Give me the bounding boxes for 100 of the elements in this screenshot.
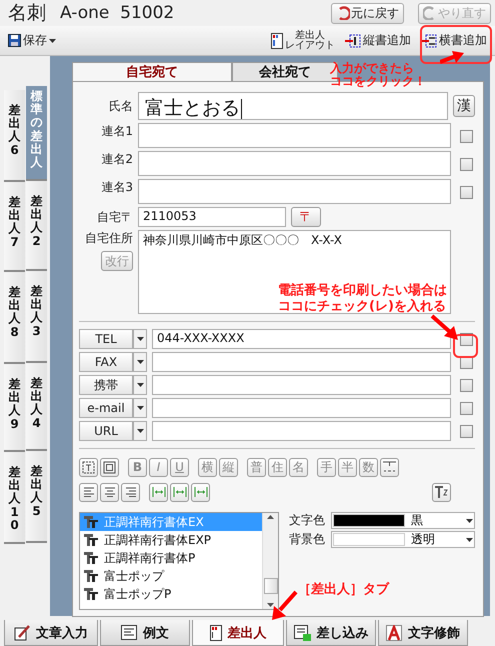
- sender-tab[interactable]: 差出人2: [26, 181, 47, 271]
- sender-tab[interactable]: 差出人5: [26, 451, 47, 543]
- annotation-arrow: [440, 50, 464, 64]
- sender-tab[interactable]: 差出人9: [4, 364, 25, 452]
- contact-field[interactable]: [152, 421, 451, 441]
- scroll-thumb[interactable]: [264, 578, 278, 594]
- contact-type-button[interactable]: TEL: [79, 329, 133, 349]
- merge-icon: [294, 624, 310, 640]
- contact-field[interactable]: [152, 398, 451, 418]
- align-left-button[interactable]: [79, 482, 98, 502]
- print-checkbox[interactable]: [460, 378, 473, 392]
- sender-tab[interactable]: 差出人4: [26, 363, 47, 451]
- superscript-button[interactable]: [432, 482, 451, 502]
- scrollbar[interactable]: [262, 513, 278, 609]
- caret-icon: [466, 518, 473, 522]
- align-center-icon: [104, 487, 116, 497]
- contact-type-button[interactable]: URL: [79, 421, 133, 441]
- contact-type-dropdown[interactable]: [133, 375, 147, 395]
- joint-name-field[interactable]: [138, 123, 451, 148]
- bottom-tab[interactable]: 差出人: [192, 620, 284, 646]
- contact-type-dropdown[interactable]: [133, 329, 147, 349]
- spacing-icon: [152, 486, 166, 498]
- document-icon: [121, 625, 137, 640]
- align-right-button[interactable]: [121, 482, 140, 502]
- contact-type-button[interactable]: 携帯: [79, 375, 133, 395]
- bottom-tab[interactable]: 差し込み: [286, 620, 376, 646]
- contact-type-dropdown[interactable]: [133, 352, 147, 372]
- save-button[interactable]: 保存: [6, 32, 58, 49]
- name-field[interactable]: 富士とおる: [138, 92, 448, 120]
- annotation-text: 電話番号を印刷したい場合は ココにチェック(レ)を入れる: [278, 283, 447, 314]
- caret-icon: [136, 360, 144, 364]
- address-tab[interactable]: 自宅宛て: [72, 62, 232, 81]
- color-dropdown[interactable]: 黒: [331, 512, 475, 529]
- add-vertical-text-button[interactable]: 縦書追加: [343, 32, 413, 49]
- caret-icon: [136, 429, 144, 433]
- bottom-tab[interactable]: 文字修飾: [378, 620, 468, 646]
- postal-code-field[interactable]: 2110053: [138, 207, 286, 227]
- bottom-tab[interactable]: 文章入力: [4, 620, 98, 646]
- spacing-icon: [172, 486, 186, 498]
- color-name: 透明: [411, 531, 436, 548]
- annotation-arrow: [270, 590, 298, 620]
- sender-tab[interactable]: 差出人8: [4, 272, 25, 364]
- print-checkbox[interactable]: [460, 186, 473, 199]
- superscript-icon: [434, 485, 449, 499]
- text-frame-icon: [82, 460, 95, 474]
- contact-field[interactable]: 044-XXX-XXXX: [152, 329, 451, 349]
- numbers-button[interactable]: [380, 458, 399, 476]
- contact-field[interactable]: [152, 352, 451, 372]
- contact-field[interactable]: [152, 375, 451, 395]
- field-label: 連名3: [101, 179, 133, 196]
- print-checkbox[interactable]: [460, 402, 473, 414]
- kanji-button[interactable]: 漢: [453, 95, 475, 117]
- letter-a-icon: [386, 624, 402, 640]
- print-checkbox[interactable]: [460, 130, 473, 143]
- text-cursor: [241, 98, 242, 119]
- caret-icon: [466, 538, 473, 542]
- spacing-button[interactable]: [170, 482, 189, 502]
- align-center-button[interactable]: [100, 482, 119, 502]
- bottom-tab[interactable]: 例文: [100, 620, 190, 646]
- color-label: 文字色: [289, 512, 325, 529]
- font-icon: [84, 570, 98, 582]
- spacing-button[interactable]: [191, 482, 210, 502]
- joint-name-field[interactable]: [138, 151, 451, 176]
- align-left-icon: [82, 487, 94, 497]
- joint-name-field[interactable]: [138, 179, 451, 204]
- contact-type-button[interactable]: FAX: [79, 352, 133, 372]
- field-label: 連名2: [101, 151, 133, 168]
- caret-icon: [136, 383, 144, 387]
- layout-icon: [271, 32, 283, 48]
- caret-icon: [49, 38, 56, 42]
- sender-tab[interactable]: 差出人3: [26, 271, 47, 363]
- sender-tab[interactable]: 差出人6: [4, 90, 25, 182]
- pencil-icon: [14, 624, 30, 640]
- contact-type-dropdown[interactable]: [133, 398, 147, 418]
- contact-type-button[interactable]: e-mail: [79, 398, 133, 418]
- field-label: 自宅〒: [97, 208, 133, 226]
- spacing-button[interactable]: [149, 482, 168, 502]
- color-label: 背景色: [289, 531, 325, 548]
- print-checkbox[interactable]: [460, 158, 473, 171]
- color-name: 黒: [411, 512, 424, 529]
- print-checkbox[interactable]: [460, 424, 473, 438]
- sender-tab[interactable]: 差出人10: [4, 452, 25, 544]
- window-title: 名刺: [8, 1, 46, 26]
- sender-tab[interactable]: 差出人7: [4, 182, 25, 272]
- postal-lookup-button[interactable]: 〒: [291, 207, 321, 227]
- frame-button[interactable]: [79, 458, 98, 476]
- contact-type-dropdown[interactable]: [133, 421, 147, 441]
- color-dropdown[interactable]: 透明: [331, 531, 475, 548]
- numbering-icon: [382, 460, 397, 474]
- box-button[interactable]: [100, 458, 119, 476]
- add-horizontal-text-button[interactable]: 横書追加: [419, 32, 489, 49]
- caret-icon: [136, 337, 144, 341]
- align-right-icon: [124, 487, 136, 497]
- add-vertical-text-icon: [345, 34, 361, 48]
- box-icon: [103, 460, 116, 474]
- caret-icon: [136, 406, 144, 410]
- sender-layout-button[interactable]: 差出人 レイアウト: [269, 30, 337, 50]
- spacing-icon: [194, 486, 208, 498]
- undo-button[interactable]: 元に戻す: [331, 2, 404, 24]
- font-icon: [84, 534, 98, 546]
